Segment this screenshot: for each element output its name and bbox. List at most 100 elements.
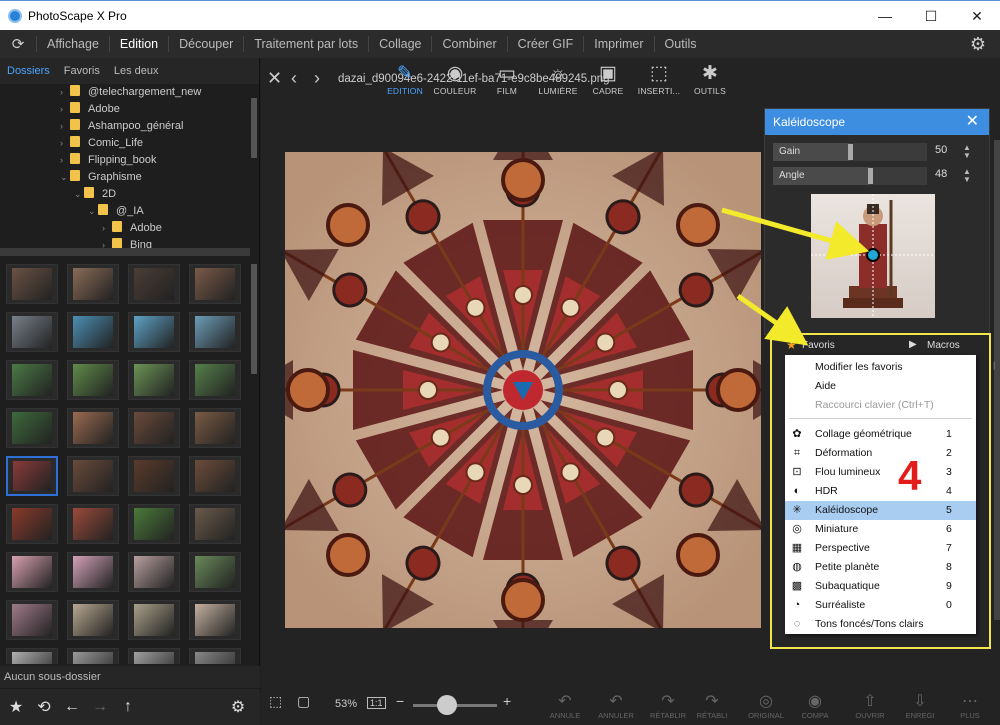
tree-folder[interactable]: › Flipping_book <box>0 152 250 169</box>
thumbnail[interactable] <box>6 264 58 304</box>
favorite-filter-geometric-collage[interactable]: ✿ Collage géométrique 1 <box>785 425 976 444</box>
expand-chevron-icon[interactable]: ⌄ <box>74 186 84 203</box>
tree-folder[interactable]: ⌄ Graphisme <box>0 169 250 186</box>
favorite-filter-underwater[interactable]: ▩ Subaquatique 9 <box>785 577 976 596</box>
thumbnail[interactable] <box>128 456 180 496</box>
tree-folder[interactable]: › Adobe <box>0 220 250 237</box>
thumbnail[interactable] <box>128 600 180 640</box>
thumbnail[interactable] <box>189 264 241 304</box>
thumbnail[interactable] <box>6 312 58 352</box>
angle-value[interactable]: 48 <box>935 168 947 180</box>
menu-item-5[interactable]: Combiner <box>431 36 506 52</box>
angle-slider[interactable]: Angle <box>773 167 927 185</box>
favorite-star-icon[interactable]: ★ <box>8 697 24 717</box>
thumbnail[interactable] <box>6 600 58 640</box>
tool-tools[interactable]: ✱ OUTILS <box>685 62 735 96</box>
forward-arrow-icon[interactable]: → <box>92 698 108 716</box>
menu-item-2[interactable]: Découper <box>168 36 243 52</box>
angle-stepper-icon[interactable]: ▲ ▼ <box>963 168 971 184</box>
thumbnail[interactable] <box>128 360 180 400</box>
menu-item-4[interactable]: Collage <box>368 36 431 52</box>
kaleidoscope-center-preview[interactable] <box>811 194 935 318</box>
up-arrow-icon[interactable]: ↑ <box>120 698 136 716</box>
maximize-button[interactable]: ☐ <box>908 1 954 31</box>
panel-splitter[interactable] <box>0 248 250 256</box>
thumbnail[interactable] <box>67 408 119 448</box>
gain-slider-handle[interactable] <box>848 144 853 160</box>
action-5[interactable]: ◉ COMPA <box>792 691 838 720</box>
action-7[interactable]: ⇩ ENREGI <box>897 691 943 720</box>
gain-value[interactable]: 50 <box>935 144 947 156</box>
thumbnail[interactable] <box>67 312 119 352</box>
action-0[interactable]: ↶ ANNULE <box>542 691 588 720</box>
tool-film[interactable]: ▭ FILM <box>482 62 532 96</box>
thumbnail[interactable] <box>67 648 119 664</box>
thumbnail[interactable] <box>189 360 241 400</box>
menu-item-7[interactable]: Imprimer <box>583 36 653 52</box>
thumbnail[interactable] <box>128 552 180 592</box>
menu-item-8[interactable]: Outils <box>653 36 707 52</box>
settings-gear-icon[interactable]: ⚙ <box>970 34 986 55</box>
tree-scrollbar[interactable] <box>251 98 257 158</box>
tree-folder[interactable]: › Adobe <box>0 101 250 118</box>
macros-tab[interactable]: Macros <box>927 340 960 351</box>
action-6[interactable]: ⇧ OUVRIR <box>847 691 893 720</box>
thumbnail[interactable] <box>6 552 58 592</box>
image-canvas[interactable] <box>285 152 761 628</box>
thumbnail[interactable] <box>67 552 119 592</box>
zoom-out-button[interactable]: − <box>396 693 404 709</box>
refresh-icon[interactable]: ⟲ <box>36 697 52 717</box>
angle-slider-handle[interactable] <box>868 168 874 184</box>
menu-item-6[interactable]: Créer GIF <box>506 36 584 52</box>
thumbnail[interactable] <box>128 504 180 544</box>
thumbnail[interactable] <box>6 504 58 544</box>
back-arrow-icon[interactable]: ← <box>64 698 80 716</box>
close-button[interactable]: ✕ <box>954 1 1000 31</box>
favorites-menu-option[interactable]: Aide <box>785 377 976 396</box>
tool-edit[interactable]: ✎ EDITION <box>380 62 430 96</box>
thumbnail[interactable] <box>189 504 241 544</box>
tree-folder[interactable]: › Ashampoo_général <box>0 118 250 135</box>
tree-folder[interactable]: › Comic_Life <box>0 135 250 152</box>
expand-chevron-icon[interactable]: › <box>60 101 70 118</box>
tree-folder[interactable]: ⌄ @_IA <box>0 203 250 220</box>
thumbnail[interactable] <box>67 504 119 544</box>
favorite-filter-little-planet[interactable]: ◍ Petite planète 8 <box>785 558 976 577</box>
menu-item-1[interactable]: Edition <box>108 36 168 52</box>
expand-chevron-icon[interactable]: ⌄ <box>60 169 70 186</box>
background-square-icon[interactable]: ▢ <box>297 693 310 710</box>
expand-chevron-icon[interactable]: › <box>60 135 70 152</box>
thumbnail[interactable] <box>67 360 119 400</box>
thumbnail[interactable] <box>128 408 180 448</box>
favorites-menu-option[interactable]: Modifier les favoris <box>785 358 976 377</box>
action-2[interactable]: ↷ RÉTABLIR <box>645 691 691 720</box>
thumbnail[interactable] <box>189 648 241 664</box>
gain-slider[interactable]: Gain <box>773 143 927 161</box>
action-4[interactable]: ◎ ORIGINAL <box>743 691 789 720</box>
minimize-button[interactable]: — <box>862 1 908 31</box>
favorite-filter-miniature[interactable]: ◎ Miniature 6 <box>785 520 976 539</box>
favorite-filter-perspective[interactable]: ▦ Perspective 7 <box>785 539 976 558</box>
thumbnail[interactable] <box>189 456 241 496</box>
favorites-tab[interactable]: Favoris <box>802 340 835 351</box>
close-file-icon[interactable]: ✕ <box>267 68 282 89</box>
thumbnail[interactable] <box>67 456 119 496</box>
favorite-filter-kaleidoscope[interactable]: ✳ Kaléidoscope 5 <box>785 501 976 520</box>
actual-size-button[interactable]: 1:1 <box>367 697 386 709</box>
tool-insert[interactable]: ⬚ INSERTI... <box>634 62 684 96</box>
expand-chevron-icon[interactable]: › <box>60 152 70 169</box>
expand-chevron-icon[interactable]: › <box>102 220 112 237</box>
thumbnail[interactable] <box>67 600 119 640</box>
expand-chevron-icon[interactable]: › <box>60 118 70 135</box>
expand-chevron-icon[interactable]: ⌄ <box>88 203 98 220</box>
thumbnail[interactable] <box>128 264 180 304</box>
thumbnail[interactable] <box>189 312 241 352</box>
kaleidoscope-close-icon[interactable]: ✕ <box>966 109 979 135</box>
thumbnail[interactable] <box>6 360 58 400</box>
favorite-filter-hdr[interactable]: ◐ HDR 4 <box>785 482 976 501</box>
right-scrollbar[interactable] <box>994 140 1000 620</box>
favorite-filter-surreal[interactable]: ◔ Surréaliste 0 <box>785 596 976 615</box>
menu-item-3[interactable]: Traitement par lots <box>243 36 368 52</box>
tree-folder[interactable]: ⌄ 2D <box>0 186 250 203</box>
thumbnail[interactable] <box>189 600 241 640</box>
